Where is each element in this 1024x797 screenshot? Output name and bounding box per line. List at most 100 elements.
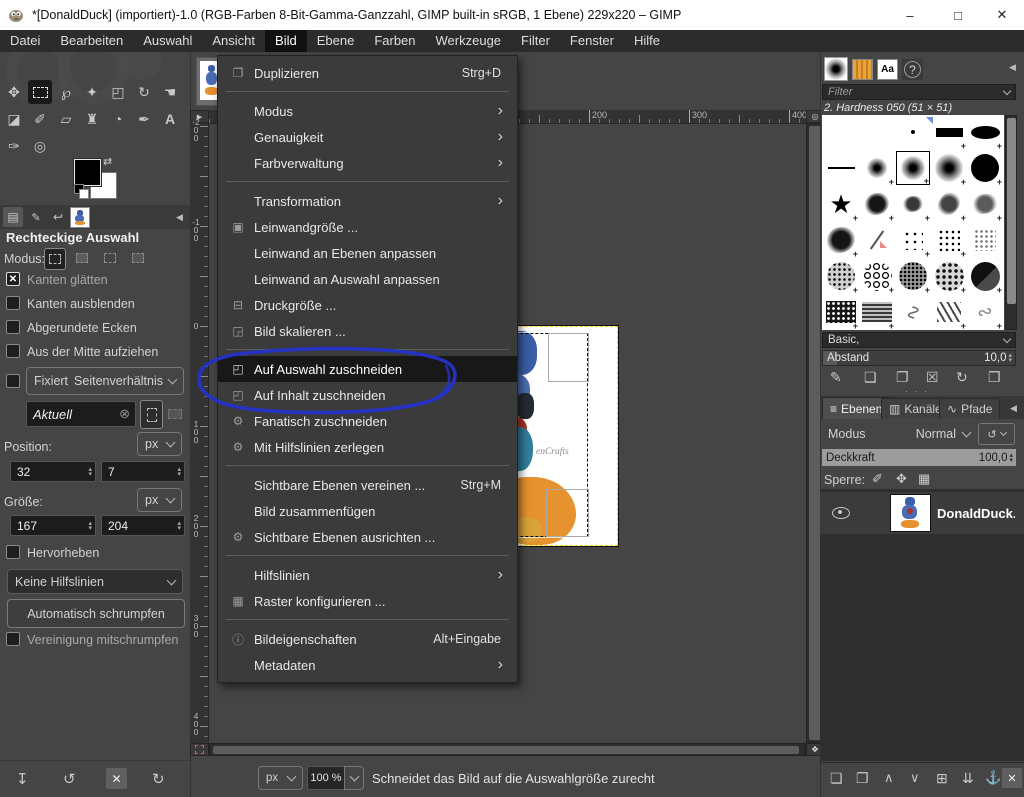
bucket-fill-tool[interactable]: ◪ <box>2 107 26 131</box>
horizontal-scrollbar[interactable] <box>209 743 806 756</box>
shrink-merged-checkbox[interactable] <box>6 632 20 646</box>
brush-grid[interactable]: ★ ∿ ∾ <box>822 115 1004 330</box>
brush-thumbnail[interactable] <box>903 196 923 212</box>
paintbrush-tool[interactable]: ✐ <box>28 107 52 131</box>
duplicate-brush-icon[interactable]: ❐ <box>896 369 909 386</box>
collapse-right-dock-icon[interactable]: ◀ <box>1009 62 1016 73</box>
layer-row[interactable]: DonaldDuck.jp <box>820 492 1024 534</box>
duplicate-layer-icon[interactable]: ⊞ <box>936 770 948 787</box>
position-unit-dropdown[interactable]: px <box>137 432 182 456</box>
close-button[interactable]: ✕ <box>980 0 1024 30</box>
brush-thumbnail[interactable] <box>827 227 855 253</box>
spinner-arrows[interactable]: ▴▾ <box>177 521 184 531</box>
menu-item-hilfslinien-zerlegen[interactable]: ⚙Mit Hilfslinien zerlegen <box>218 434 517 460</box>
selection-handle[interactable] <box>546 489 589 537</box>
brush-group-dropdown[interactable]: Basic, <box>822 332 1016 348</box>
highlight-checkbox[interactable] <box>6 545 20 559</box>
menu-werkzeuge[interactable]: Werkzeuge <box>426 30 512 52</box>
mode-subtract-button[interactable] <box>100 248 120 268</box>
new-brush-icon[interactable]: ❏ <box>864 369 877 386</box>
spinner-arrows[interactable]: ▴▾ <box>88 467 95 477</box>
menu-ansicht[interactable]: Ansicht <box>202 30 265 52</box>
reset-tool-options-icon[interactable]: ↻ <box>152 770 165 788</box>
position-x-spinner[interactable]: 32 ▴▾ <box>10 461 96 482</box>
raise-layer-icon[interactable]: ∧ <box>884 770 894 786</box>
brush-thumbnail[interactable] <box>827 262 855 290</box>
spinner-arrows[interactable]: ▴▾ <box>1008 353 1015 363</box>
collapse-left-dock-icon[interactable]: ◀ <box>176 212 183 223</box>
aspect-ratio-input[interactable]: Aktuell ⊗ <box>26 401 136 427</box>
fixed-aspect-dropdown[interactable]: Fixiert Seitenverhältnis <box>26 367 184 395</box>
edit-brush-icon[interactable]: ✎ <box>830 369 842 386</box>
spinner-arrows[interactable]: ▴▾ <box>88 521 95 531</box>
brush-thumbnail[interactable] <box>935 189 963 219</box>
brush-thumbnail[interactable] <box>974 229 996 251</box>
swap-colors-icon[interactable]: ⇄ <box>103 155 112 168</box>
expand-from-center-checkbox[interactable] <box>6 344 20 358</box>
menu-item-bild-zusammenfuegen[interactable]: Bild zusammenfügen <box>218 498 517 524</box>
menu-filter[interactable]: Filter <box>511 30 560 52</box>
menu-item-hilfslinien[interactable]: Hilfslinien› <box>218 562 517 588</box>
autoshrink-button[interactable]: Automatisch schrumpfen <box>7 599 185 628</box>
menu-item-bildeigenschaften[interactable]: ⓘBildeigenschaftenAlt+Eingabe <box>218 626 517 652</box>
anchor-layer-icon[interactable]: ⚓ <box>985 770 1001 786</box>
layer-thumbnail[interactable] <box>890 494 931 532</box>
refresh-brushes-icon[interactable]: ↻ <box>956 369 968 386</box>
tab-patterns[interactable] <box>852 59 873 80</box>
brush-thumbnail[interactable]: ∿ <box>900 304 925 321</box>
menu-ebene[interactable]: Ebene <box>307 30 365 52</box>
lock-pixels-icon[interactable]: ✐ <box>872 471 883 487</box>
guides-dropdown[interactable]: Keine Hilfslinien <box>7 569 183 594</box>
menu-item-leinwandgroesse[interactable]: ▣Leinwandgröße ... <box>218 214 517 240</box>
menu-item-ebenen-ausrichten[interactable]: ⚙Sichtbare Ebenen ausrichten ... <box>218 524 517 550</box>
fixed-checkbox[interactable] <box>6 374 20 388</box>
brush-thumbnail[interactable] <box>936 128 963 137</box>
layer-mode-switch-button[interactable]: ↺ <box>978 423 1015 445</box>
position-y-spinner[interactable]: 7 ▴▾ <box>101 461 185 482</box>
menu-bearbeiten[interactable]: Bearbeiten <box>50 30 133 52</box>
tab-fonts[interactable]: Aa <box>877 59 898 80</box>
brush-thumbnail[interactable] <box>828 167 855 169</box>
menu-item-druckgroesse[interactable]: ⊟Druckgröße ... <box>218 292 517 318</box>
menu-item-fanatisch-zuschneiden[interactable]: ⚙Fanatisch zuschneiden <box>218 408 517 434</box>
portrait-orientation-button[interactable] <box>140 400 163 429</box>
mode-add-button[interactable] <box>72 248 92 268</box>
collapse-layers-dock-icon[interactable]: ◀ <box>1010 403 1017 414</box>
brush-thumbnail[interactable] <box>971 126 1000 139</box>
brush-thumbnail[interactable]: ★ <box>829 191 852 217</box>
lower-layer-icon[interactable]: ∨ <box>910 770 920 786</box>
menu-fenster[interactable]: Fenster <box>560 30 624 52</box>
brush-thumbnail[interactable] <box>903 230 923 250</box>
delete-brush-icon[interactable]: ☒ <box>926 369 939 386</box>
menu-farben[interactable]: Farben <box>364 30 425 52</box>
menu-bild[interactable]: Bild <box>265 30 307 52</box>
lock-position-icon[interactable]: ✥ <box>896 471 907 487</box>
brush-thumbnail[interactable] <box>899 262 927 290</box>
tab-help[interactable]: ? <box>902 59 923 80</box>
status-unit-dropdown[interactable]: px <box>258 766 303 790</box>
size-height-spinner[interactable]: 204 ▴▾ <box>101 515 185 536</box>
menu-item-duplizieren[interactable]: ❐DuplizierenStrg+D <box>218 60 517 86</box>
new-layer-group-icon[interactable]: ❐ <box>856 770 869 787</box>
delete-tool-preset-button[interactable]: ✕ <box>106 768 127 789</box>
foreground-color-swatch[interactable] <box>74 159 101 186</box>
text-tool[interactable]: A <box>158 107 182 131</box>
layer-visibility-eye-icon[interactable] <box>832 507 850 519</box>
menu-item-auf-auswahl-zuschneiden[interactable]: ◰Auf Auswahl zuschneiden <box>218 356 517 382</box>
brush-scrollbar-thumb[interactable] <box>1007 118 1016 304</box>
move-tool[interactable]: ✥ <box>2 80 26 104</box>
menu-item-leinwand-auswahl[interactable]: Leinwand an Auswahl anpassen <box>218 266 517 292</box>
restore-tool-preset-icon[interactable]: ↺ <box>63 770 76 788</box>
status-zoom-input[interactable]: 100 % <box>307 766 345 790</box>
size-unit-dropdown[interactable]: px <box>137 488 182 512</box>
tab-device-status[interactable]: ✎ <box>26 207 46 227</box>
brush-thumbnail[interactable]: ∾ <box>974 299 995 325</box>
spinner-arrows[interactable]: ▴▾ <box>177 467 184 477</box>
brush-filter-input[interactable]: Filter <box>822 84 1016 100</box>
menu-auswahl[interactable]: Auswahl <box>133 30 202 52</box>
brush-grid-scrollbar[interactable] <box>1005 115 1017 330</box>
paths-tool[interactable]: ✒ <box>132 107 156 131</box>
brush-thumbnail[interactable] <box>973 194 997 214</box>
mode-replace-button[interactable] <box>44 248 66 270</box>
menu-item-bild-skalieren[interactable]: ◲Bild skalieren ... <box>218 318 517 344</box>
